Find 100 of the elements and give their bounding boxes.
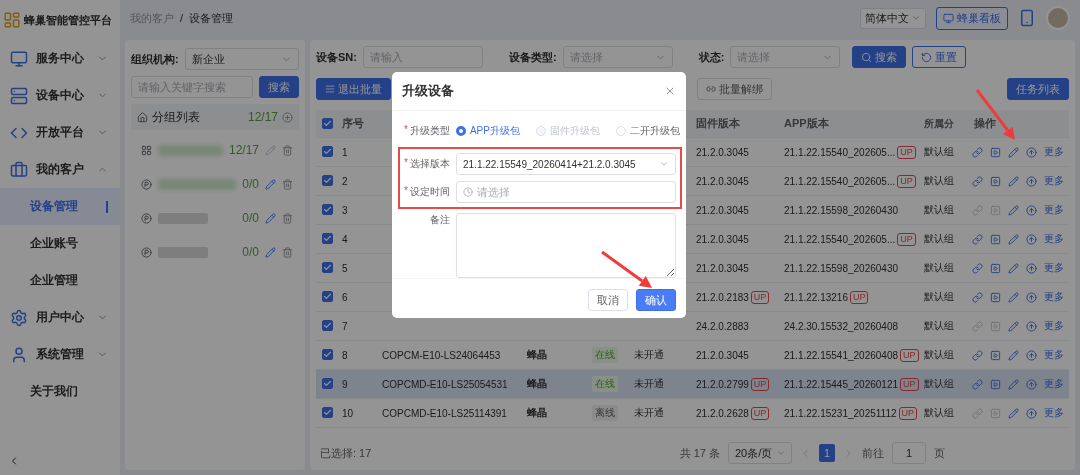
checkbox[interactable]: [322, 349, 333, 360]
avatar[interactable]: [1046, 6, 1070, 30]
page-size-select[interactable]: 20条/页: [728, 442, 792, 464]
task-list-button[interactable]: 任务列表: [1007, 78, 1069, 100]
link-icon[interactable]: [972, 204, 983, 216]
play-icon[interactable]: [990, 233, 1001, 245]
tree-item[interactable]: 0/0: [131, 238, 299, 266]
breadcrumb-item[interactable]: 设备管理: [189, 10, 234, 26]
checkbox[interactable]: [322, 233, 333, 244]
play-icon[interactable]: [990, 262, 1001, 274]
play-icon[interactable]: [990, 175, 1001, 187]
trash-icon[interactable]: [282, 144, 293, 156]
link-icon[interactable]: [972, 262, 983, 274]
upload-icon[interactable]: [1026, 262, 1037, 274]
link-icon[interactable]: [972, 146, 983, 158]
edit-icon[interactable]: [265, 178, 276, 190]
reset-button[interactable]: 重置: [912, 46, 967, 68]
more-link[interactable]: 更多: [1044, 290, 1064, 304]
checkbox[interactable]: [322, 407, 333, 418]
link-icon[interactable]: [972, 233, 983, 245]
more-link[interactable]: 更多: [1044, 261, 1064, 275]
upload-icon[interactable]: [1026, 349, 1037, 361]
more-link[interactable]: 更多: [1044, 174, 1064, 188]
upload-icon[interactable]: [1026, 291, 1037, 303]
page-button[interactable]: 1: [819, 444, 835, 462]
checkbox[interactable]: [322, 378, 333, 389]
nav-item[interactable]: 系统管理: [0, 336, 120, 373]
trash-icon[interactable]: [282, 212, 293, 224]
play-icon[interactable]: [990, 146, 1001, 158]
page-input[interactable]: 1: [892, 442, 926, 464]
edit-icon[interactable]: [1008, 146, 1019, 158]
checkbox[interactable]: [322, 146, 333, 157]
confirm-button[interactable]: 确认: [636, 289, 676, 311]
close-icon[interactable]: [664, 85, 676, 97]
radio-option[interactable]: APP升级包: [455, 124, 520, 138]
checkbox[interactable]: [322, 204, 333, 215]
upload-icon[interactable]: [1026, 320, 1037, 332]
checkbox[interactable]: [322, 291, 333, 302]
more-link[interactable]: 更多: [1044, 377, 1064, 391]
nav-item[interactable]: 服务中心: [0, 40, 120, 77]
edit-icon[interactable]: [1008, 233, 1019, 245]
edit-icon[interactable]: [265, 246, 276, 258]
edit-icon[interactable]: [1008, 175, 1019, 187]
cancel-button[interactable]: 取消: [588, 289, 628, 311]
edit-icon[interactable]: [265, 144, 276, 156]
edit-icon[interactable]: [1008, 378, 1019, 390]
checkbox[interactable]: [322, 175, 333, 186]
nav-item[interactable]: 用户中心: [0, 299, 120, 336]
more-link[interactable]: 更多: [1044, 203, 1064, 217]
link-icon[interactable]: [972, 175, 983, 187]
edit-icon[interactable]: [1008, 291, 1019, 303]
link-icon[interactable]: [972, 349, 983, 361]
nav-item[interactable]: 企业管理: [0, 262, 120, 299]
exit-batch-button[interactable]: 退出批量: [316, 78, 391, 100]
nav-item[interactable]: 开放平台: [0, 114, 120, 151]
phone-icon[interactable]: [1018, 9, 1036, 27]
add-icon[interactable]: [282, 111, 293, 123]
link-icon[interactable]: [972, 378, 983, 390]
upload-icon[interactable]: [1026, 146, 1037, 158]
upload-icon[interactable]: [1026, 204, 1037, 216]
time-picker[interactable]: 请选择: [456, 181, 676, 203]
checkbox[interactable]: [322, 262, 333, 273]
tree-item[interactable]: 0/0: [131, 204, 299, 232]
version-select[interactable]: 21.1.22.15549_20260414+21.2.0.3045: [456, 153, 676, 175]
play-icon[interactable]: [990, 320, 1001, 332]
more-link[interactable]: 更多: [1044, 406, 1064, 420]
edit-icon[interactable]: [265, 212, 276, 224]
trash-icon[interactable]: [282, 246, 293, 258]
edit-icon[interactable]: [1008, 349, 1019, 361]
language-select[interactable]: 简体中文: [860, 7, 926, 29]
search-button[interactable]: 搜索: [259, 76, 299, 98]
nav-item[interactable]: 设备中心: [0, 77, 120, 114]
edit-icon[interactable]: [1008, 407, 1019, 419]
play-icon[interactable]: [990, 204, 1001, 216]
nav-item[interactable]: 我的客户: [0, 151, 120, 188]
more-link[interactable]: 更多: [1044, 319, 1064, 333]
edit-icon[interactable]: [1008, 262, 1019, 274]
upload-icon[interactable]: [1026, 233, 1037, 245]
unbind-button[interactable]: 批量解绑: [697, 78, 772, 100]
nav-item[interactable]: 设备管理: [0, 188, 120, 225]
play-icon[interactable]: [990, 291, 1001, 303]
org-select[interactable]: 新企业: [184, 48, 299, 70]
checkbox[interactable]: [322, 117, 333, 129]
link-icon[interactable]: [972, 407, 983, 419]
tree-item[interactable]: 0/0: [131, 170, 299, 198]
link-icon[interactable]: [972, 291, 983, 303]
tree-item[interactable]: 12/17: [131, 136, 299, 164]
upload-icon[interactable]: [1026, 175, 1037, 187]
search-button[interactable]: 搜索: [852, 46, 907, 68]
play-icon[interactable]: [990, 407, 1001, 419]
upload-icon[interactable]: [1026, 378, 1037, 390]
more-link[interactable]: 更多: [1044, 348, 1064, 362]
checkbox[interactable]: [322, 320, 333, 331]
dashboard-button[interactable]: 蜂巢看板: [936, 6, 1008, 30]
edit-icon[interactable]: [1008, 320, 1019, 332]
radio-option[interactable]: 二开升级包: [615, 124, 680, 138]
more-link[interactable]: 更多: [1044, 232, 1064, 246]
more-link[interactable]: 更多: [1044, 145, 1064, 159]
play-icon[interactable]: [990, 378, 1001, 390]
nav-item[interactable]: 关于我们: [0, 373, 120, 410]
